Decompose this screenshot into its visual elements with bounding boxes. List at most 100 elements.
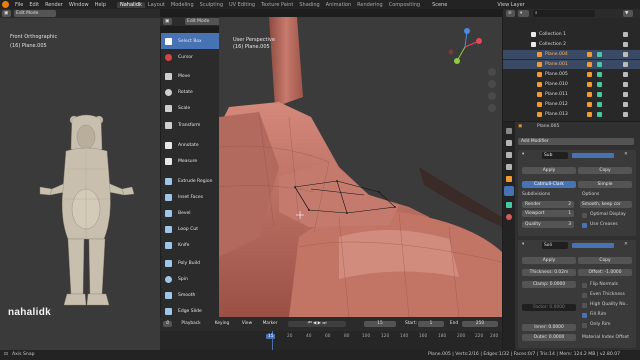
subsurf-name-field[interactable]: Sub bbox=[542, 152, 568, 159]
timeline-menu-playback[interactable]: Playback bbox=[176, 321, 206, 327]
tool-rotate[interactable]: Rotate bbox=[161, 84, 219, 100]
tool-extrude-region[interactable]: Extrude Region bbox=[161, 173, 219, 189]
tool-knife[interactable]: Knife bbox=[161, 237, 219, 253]
tool-loop-cut[interactable]: Loop Cut bbox=[161, 221, 219, 237]
end-frame-field[interactable]: 250 bbox=[462, 321, 498, 327]
data-tab-icon[interactable] bbox=[506, 202, 512, 208]
visibility-eye-icon[interactable] bbox=[623, 82, 628, 87]
character-model-figure[interactable] bbox=[0, 109, 160, 324]
high-quality-normals-checkbox[interactable] bbox=[582, 303, 587, 308]
clamp-field[interactable]: Clamp: 0.0000 bbox=[522, 281, 576, 288]
even-thickness-checkbox[interactable] bbox=[582, 293, 587, 298]
add-modifier-dropdown[interactable]: Add Modifier bbox=[518, 138, 634, 145]
visibility-eye-icon[interactable] bbox=[623, 42, 628, 47]
collapse-chevron-icon[interactable]: ▾ bbox=[522, 242, 524, 248]
left-viewport[interactable]: ▣ Edit Mode Front Orthographic (16) Plan… bbox=[0, 9, 160, 350]
timeline-menu-keying[interactable]: Keying bbox=[210, 321, 234, 327]
collapse-chevron-icon[interactable]: ▾ bbox=[522, 152, 524, 158]
tool-annotate[interactable]: Annotate bbox=[161, 137, 219, 153]
left-mode-dropdown[interactable]: Edit Mode bbox=[14, 10, 56, 17]
only-rim-checkbox[interactable] bbox=[582, 323, 587, 328]
tool-measure[interactable]: Measure bbox=[161, 153, 219, 169]
display-mode-icon[interactable]: ▾ bbox=[518, 10, 529, 17]
workspace-tab-texture-paint[interactable]: Texture Paint bbox=[258, 2, 296, 8]
main-viewport[interactable] bbox=[219, 17, 502, 317]
outliner-row[interactable]: Plane.011 bbox=[503, 90, 640, 99]
solidify-copy-button[interactable]: Copy bbox=[578, 257, 632, 264]
subsurf-apply-button[interactable]: Apply bbox=[522, 167, 576, 174]
outliner-panel[interactable]: ≡ ▾ ⌕ ▼ Collection 1 Collection 2 Plane.… bbox=[503, 9, 640, 121]
subsurf-copy-button[interactable]: Copy bbox=[578, 167, 632, 174]
outliner-row[interactable]: Plane.013 bbox=[503, 110, 640, 119]
object-tab-icon[interactable] bbox=[506, 176, 512, 182]
tool-tab-icon[interactable] bbox=[506, 128, 512, 134]
visibility-eye-icon[interactable] bbox=[623, 52, 628, 57]
render-tab-icon[interactable] bbox=[506, 140, 512, 146]
output-tab-icon[interactable] bbox=[506, 152, 512, 158]
render-levels-field[interactable]: Render 2 bbox=[522, 201, 574, 208]
modifier-tab-icon[interactable] bbox=[504, 186, 514, 196]
tool-select-box[interactable]: Select Box bbox=[161, 33, 219, 49]
modifier-visibility-toggles[interactable] bbox=[572, 153, 614, 158]
current-frame-field[interactable]: 15 bbox=[364, 321, 396, 327]
factor-field[interactable]: Factor: 0.0000 bbox=[522, 304, 576, 311]
workspace-tab-layout[interactable]: Layout bbox=[145, 2, 168, 8]
editor-type-icon[interactable]: ▣ bbox=[2, 10, 11, 17]
view-layer-selector[interactable]: View Layer bbox=[494, 2, 527, 8]
tool-spin[interactable]: Spin bbox=[161, 271, 219, 287]
scene-selector[interactable]: Scene bbox=[429, 2, 450, 8]
blender-logo-icon[interactable] bbox=[2, 1, 9, 8]
tool-bevel[interactable]: Bevel bbox=[161, 205, 219, 221]
solidify-name-field[interactable]: Soli bbox=[542, 242, 568, 249]
workspace-tab-modeling[interactable]: Modeling bbox=[168, 2, 197, 8]
main-editor-type-icon[interactable]: ▣ bbox=[163, 18, 172, 25]
tool-cursor[interactable]: Cursor bbox=[161, 49, 219, 65]
outliner-row[interactable]: Plane.010 bbox=[503, 80, 640, 89]
visibility-eye-icon[interactable] bbox=[623, 72, 628, 77]
navigation-gizmo[interactable] bbox=[445, 27, 485, 67]
visibility-eye-icon[interactable] bbox=[623, 62, 628, 67]
outliner-row[interactable]: Plane.004 bbox=[503, 50, 640, 59]
solidify-close-icon[interactable]: ✕ bbox=[624, 242, 628, 248]
tool-move[interactable]: Move bbox=[161, 68, 219, 84]
simple-button[interactable]: Simple bbox=[578, 181, 632, 188]
optimal-display-checkbox[interactable] bbox=[582, 213, 587, 218]
start-frame-field[interactable]: 1 bbox=[418, 321, 444, 327]
offset-field[interactable]: Offset: -1.0000 bbox=[578, 269, 632, 276]
menu-window[interactable]: Window bbox=[66, 2, 92, 8]
use-creases-checkbox[interactable] bbox=[582, 223, 587, 228]
tool-inset-faces[interactable]: Inset Faces bbox=[161, 189, 219, 205]
visibility-eye-icon[interactable] bbox=[623, 32, 628, 37]
playback-controls[interactable]: ⏮ ◀ ▶ ⏭ bbox=[288, 321, 346, 327]
solidify-apply-button[interactable]: Apply bbox=[522, 257, 576, 264]
timeline-menu-marker[interactable]: Marker bbox=[258, 321, 282, 327]
workspace-tab-uv-editing[interactable]: UV Editing bbox=[226, 2, 258, 8]
tool-scale[interactable]: Scale bbox=[161, 100, 219, 116]
tool-transform[interactable]: Transform bbox=[161, 117, 219, 133]
subsurf-close-icon[interactable]: ✕ bbox=[624, 152, 628, 158]
timeline-editor-icon[interactable]: ⏱ bbox=[163, 321, 172, 327]
visibility-eye-icon[interactable] bbox=[623, 92, 628, 97]
inner-field[interactable]: Inner: 0.0000 bbox=[522, 324, 576, 331]
menu-edit[interactable]: Edit bbox=[26, 2, 42, 8]
menu-help[interactable]: Help bbox=[92, 2, 109, 8]
menu-file[interactable]: File bbox=[12, 2, 26, 8]
material-tab-icon[interactable] bbox=[506, 214, 512, 220]
viewport-levels-field[interactable]: Viewport 1 bbox=[522, 210, 574, 217]
outliner-row[interactable]: Plane.005 bbox=[503, 70, 640, 79]
tool-poly-build[interactable]: Poly Build bbox=[161, 255, 219, 271]
menu-render[interactable]: Render bbox=[42, 2, 66, 8]
modifier-visibility-toggles[interactable] bbox=[572, 243, 614, 248]
visibility-eye-icon[interactable] bbox=[623, 112, 628, 117]
workspace-tab-animation[interactable]: Animation bbox=[323, 2, 355, 8]
flip-normals-checkbox[interactable] bbox=[582, 283, 587, 288]
outliner-row[interactable]: Plane.012 bbox=[503, 100, 640, 109]
filter-icon[interactable]: ▼ bbox=[623, 10, 633, 17]
uv-smooth-dropdown[interactable]: Smooth, keep cor bbox=[580, 201, 632, 208]
workspace-tab-rendering[interactable]: Rendering bbox=[354, 2, 386, 8]
tool-smooth[interactable]: Smooth bbox=[161, 287, 219, 303]
viewport-nav-buttons[interactable] bbox=[487, 67, 497, 127]
outliner-row[interactable]: Collection 2 bbox=[503, 40, 640, 49]
catmull-clark-button[interactable]: Catmull-Clark bbox=[522, 181, 576, 188]
thickness-field[interactable]: Thickness: 0.02m bbox=[522, 269, 576, 276]
